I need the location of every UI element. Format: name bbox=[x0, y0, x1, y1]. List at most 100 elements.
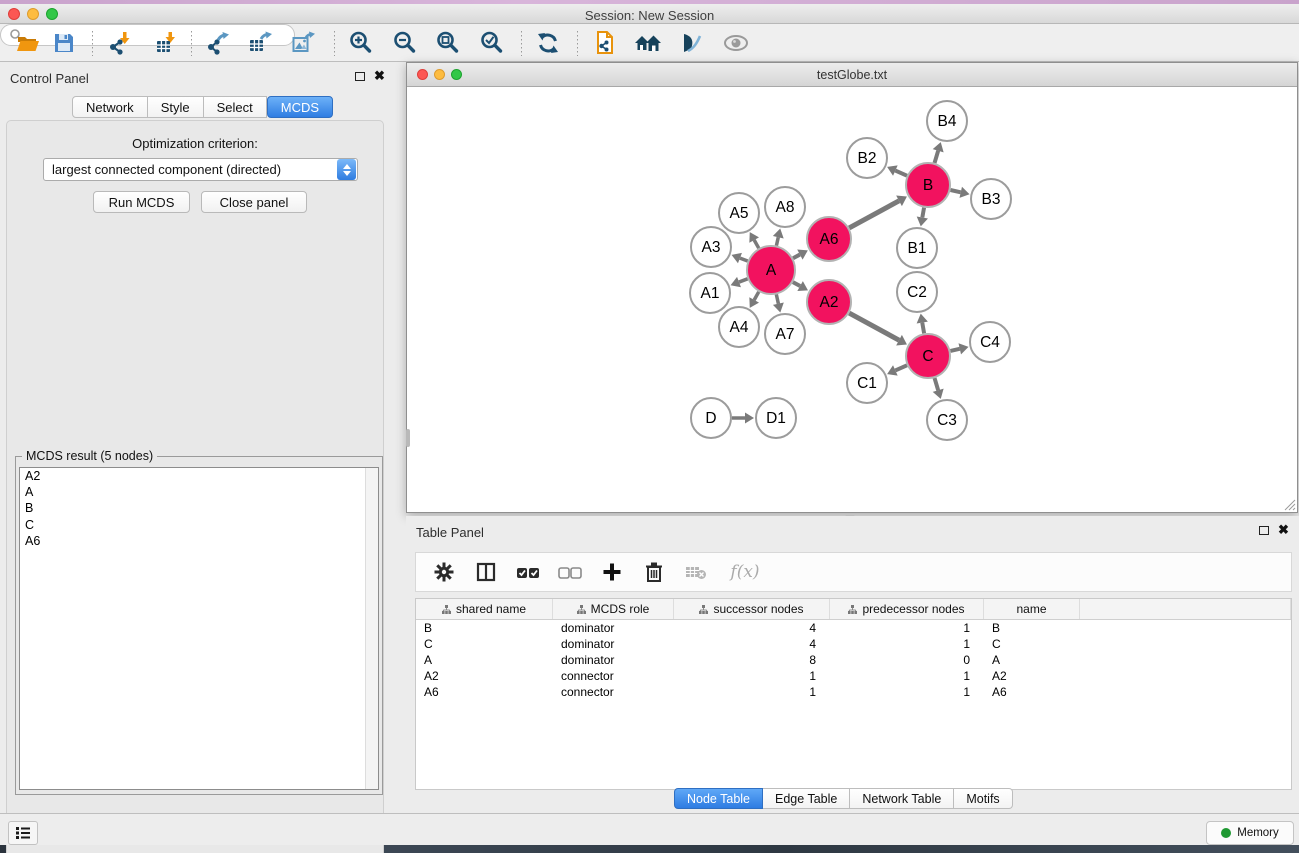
table-cell[interactable]: 1 bbox=[674, 684, 830, 700]
table-cell[interactable] bbox=[1080, 668, 1291, 684]
edge-C-C2[interactable] bbox=[922, 323, 924, 334]
table-cell[interactable]: 1 bbox=[830, 636, 984, 652]
table-cell[interactable]: connector bbox=[553, 684, 674, 700]
edge-C-C3[interactable] bbox=[935, 378, 939, 390]
close-panel-icon[interactable]: ✖ bbox=[374, 71, 385, 81]
edge-A-A4[interactable] bbox=[754, 292, 759, 300]
table-cell[interactable]: A6 bbox=[984, 684, 1080, 700]
edge-C-C4[interactable] bbox=[950, 349, 959, 351]
table-row[interactable]: Cdominator41C bbox=[416, 636, 1291, 652]
scrollbar-track[interactable] bbox=[365, 468, 378, 789]
mcds-result-item[interactable]: A bbox=[20, 484, 378, 500]
home-icon[interactable] bbox=[633, 29, 663, 57]
table-cell[interactable] bbox=[1080, 684, 1291, 700]
edge-A6-B[interactable] bbox=[849, 201, 899, 228]
edge-A-A1[interactable] bbox=[739, 279, 748, 282]
network-window-titlebar[interactable]: testGlobe.txt bbox=[407, 63, 1297, 87]
tab-node-table[interactable]: Node Table bbox=[674, 788, 763, 809]
table-cell[interactable]: A bbox=[416, 652, 553, 668]
float-panel-icon[interactable] bbox=[355, 72, 365, 81]
graph-node-C[interactable]: C bbox=[906, 334, 950, 378]
graph-node-B3[interactable]: B3 bbox=[971, 179, 1011, 219]
memory-button[interactable]: Memory bbox=[1206, 821, 1294, 845]
edge-B-B1[interactable] bbox=[922, 208, 924, 218]
edge-B-B4[interactable] bbox=[935, 151, 939, 163]
table-cell[interactable]: 8 bbox=[674, 652, 830, 668]
close-panel-button[interactable]: Close panel bbox=[201, 191, 307, 213]
table-cell[interactable]: 4 bbox=[674, 620, 830, 636]
import-table-icon[interactable] bbox=[151, 29, 181, 57]
table-cell[interactable]: C bbox=[984, 636, 1080, 652]
graph-node-A6[interactable]: A6 bbox=[807, 217, 851, 261]
graph-node-B4[interactable]: B4 bbox=[927, 101, 967, 141]
tab-style[interactable]: Style bbox=[148, 96, 204, 118]
refresh-icon[interactable] bbox=[533, 29, 563, 57]
zoom-out-icon[interactable] bbox=[390, 29, 420, 57]
table-cell[interactable]: 1 bbox=[830, 620, 984, 636]
zoom-in-icon[interactable] bbox=[346, 29, 376, 57]
graph-node-C3[interactable]: C3 bbox=[927, 400, 967, 440]
table-cell[interactable]: connector bbox=[553, 668, 674, 684]
table-cell[interactable]: 1 bbox=[674, 668, 830, 684]
table-row[interactable]: A2connector11A2 bbox=[416, 668, 1291, 684]
tab-motifs[interactable]: Motifs bbox=[954, 788, 1012, 809]
column-header-predecessor-nodes[interactable]: predecessor nodes bbox=[830, 599, 984, 619]
mcds-result-list[interactable]: A2ABCA6 bbox=[19, 467, 379, 790]
export-image-icon[interactable] bbox=[288, 29, 318, 57]
table-cell[interactable]: dominator bbox=[553, 636, 674, 652]
column-header-name[interactable]: name bbox=[984, 599, 1080, 619]
graph-node-A[interactable]: A bbox=[747, 246, 795, 294]
mcds-result-item[interactable]: A2 bbox=[20, 468, 378, 484]
column-header-successor-nodes[interactable]: successor nodes bbox=[674, 599, 830, 619]
tab-select[interactable]: Select bbox=[204, 96, 267, 118]
tab-edge-table[interactable]: Edge Table bbox=[763, 788, 850, 809]
new-network-from-file-icon[interactable] bbox=[590, 29, 620, 57]
node-table[interactable]: shared nameMCDS rolesuccessor nodesprede… bbox=[415, 598, 1292, 790]
network-canvas[interactable]: B4B2BB3A5A8A6A3B1AA1C2A2A4A7CC4C1C3DD1 bbox=[407, 87, 1297, 512]
table-cell[interactable] bbox=[1080, 636, 1291, 652]
show-graphics-details-icon[interactable] bbox=[676, 29, 706, 57]
float-panel-icon[interactable] bbox=[1259, 526, 1269, 535]
table-cell[interactable]: dominator bbox=[553, 620, 674, 636]
graph-node-A7[interactable]: A7 bbox=[765, 314, 805, 354]
graph-node-A4[interactable]: A4 bbox=[719, 307, 759, 347]
edge-A-A6[interactable] bbox=[793, 255, 800, 259]
table-cell[interactable]: 1 bbox=[830, 668, 984, 684]
table-cell[interactable]: C bbox=[416, 636, 553, 652]
graph-node-C2[interactable]: C2 bbox=[897, 272, 937, 312]
select-all-checkboxes-icon[interactable] bbox=[514, 558, 542, 586]
mcds-result-item[interactable]: B bbox=[20, 500, 378, 516]
table-cell[interactable]: A2 bbox=[416, 668, 553, 684]
clear-checkboxes-icon[interactable] bbox=[556, 558, 584, 586]
zoom-fit-icon[interactable] bbox=[433, 29, 463, 57]
add-column-icon[interactable] bbox=[598, 558, 626, 586]
edge-A-A2[interactable] bbox=[793, 282, 800, 286]
table-cell[interactable]: dominator bbox=[553, 652, 674, 668]
edge-B-B3[interactable] bbox=[950, 190, 960, 192]
table-cell[interactable]: B bbox=[416, 620, 553, 636]
table-row[interactable]: Bdominator41B bbox=[416, 620, 1291, 636]
mcds-result-item[interactable]: C bbox=[20, 517, 378, 533]
graph-node-C1[interactable]: C1 bbox=[847, 363, 887, 403]
table-cell[interactable]: A bbox=[984, 652, 1080, 668]
table-cell[interactable]: 0 bbox=[830, 652, 984, 668]
table-cell[interactable] bbox=[1080, 652, 1291, 668]
window-edge-handle[interactable] bbox=[406, 429, 410, 447]
column-layout-icon[interactable] bbox=[472, 558, 500, 586]
graph-node-A8[interactable]: A8 bbox=[765, 187, 805, 227]
save-session-icon[interactable] bbox=[49, 29, 79, 57]
table-cell[interactable]: B bbox=[984, 620, 1080, 636]
graph-node-D[interactable]: D bbox=[691, 398, 731, 438]
edge-B-B2[interactable] bbox=[895, 171, 907, 176]
graph-node-B[interactable]: B bbox=[906, 163, 950, 207]
graph-node-A3[interactable]: A3 bbox=[691, 227, 731, 267]
column-header-shared-name[interactable]: shared name bbox=[416, 599, 553, 619]
mcds-result-item[interactable]: A6 bbox=[20, 533, 378, 549]
zoom-selected-icon[interactable] bbox=[477, 29, 507, 57]
graph-node-A2[interactable]: A2 bbox=[807, 280, 851, 324]
column-header-MCDS-role[interactable]: MCDS role bbox=[553, 599, 674, 619]
export-network-icon[interactable] bbox=[203, 29, 233, 57]
edge-A-A8[interactable] bbox=[776, 237, 778, 245]
optimization-criterion-select[interactable]: largest connected component (directed) bbox=[43, 158, 358, 181]
table-cell[interactable] bbox=[1080, 620, 1291, 636]
